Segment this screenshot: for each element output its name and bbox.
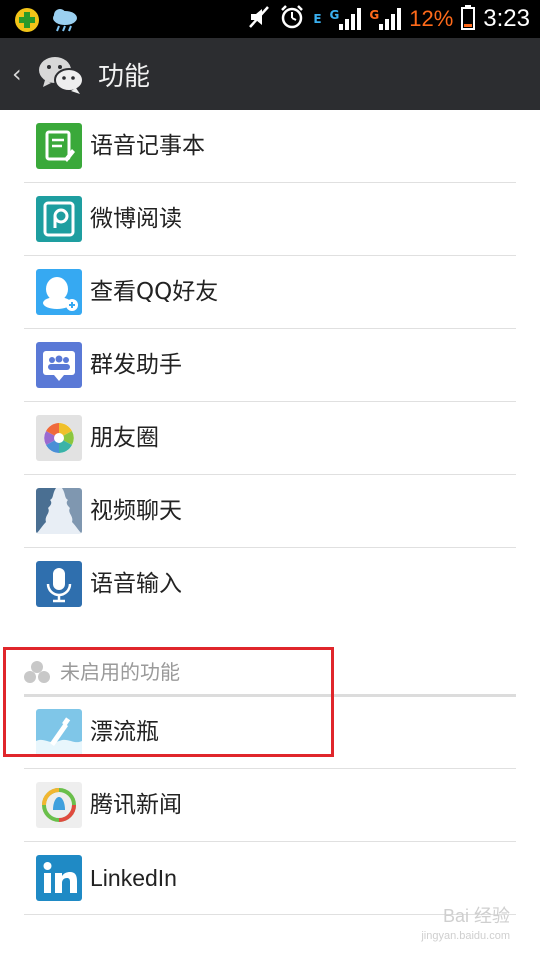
list-item-label: 群发助手 (90, 352, 182, 378)
battery-icon (461, 4, 476, 34)
list-item-label: 查看QQ好友 (90, 279, 219, 305)
network-e-label: E (313, 12, 322, 26)
list-item[interactable]: 查看QQ好友 (24, 256, 516, 329)
status-bar: E G G 12% 3:23 (0, 0, 540, 38)
list-item-label: LinkedIn (90, 865, 177, 891)
list-item-label: 漂流瓶 (90, 719, 159, 745)
back-icon[interactable]: ‹ (12, 60, 22, 88)
action-bar: ‹ 功能 (0, 38, 540, 110)
list-item[interactable]: 腾讯新闻 (24, 769, 516, 842)
list-item-label: 语音记事本 (90, 133, 205, 159)
app-plus-icon (14, 7, 40, 37)
network-g2-label: G (369, 8, 380, 22)
page-title: 功能 (98, 62, 151, 92)
watermark-brand: Bai 经验 (442, 906, 510, 926)
list-item[interactable]: 视频聊天 (24, 475, 516, 548)
weibo-reader-icon (36, 196, 82, 242)
list-item[interactable]: 漂流瓶 (24, 696, 516, 769)
clock: 3:23 (483, 5, 530, 32)
feature-list: 语音记事本 微博阅读 查看QQ好友 群发助手 朋友圈 视频聊天 语音输入 (24, 110, 516, 620)
voice-notepad-icon (36, 123, 82, 169)
disabled-feature-list: 漂流瓶 腾讯新闻 LinkedIn (24, 696, 516, 915)
linkedin-icon (36, 855, 82, 901)
signal-icon: G (330, 8, 362, 30)
list-item-label: 视频聊天 (90, 498, 182, 524)
list-item[interactable]: 语音输入 (24, 548, 516, 620)
qq-friends-icon (36, 269, 82, 315)
broadcast-helper-icon (36, 342, 82, 388)
list-item-label: 腾讯新闻 (90, 792, 182, 818)
section-title: 未启用的功能 (60, 660, 180, 684)
list-item[interactable]: LinkedIn (24, 842, 516, 915)
moments-icon (36, 415, 82, 461)
section-header: 未启用的功能 (24, 650, 516, 697)
wechat-icon[interactable] (36, 54, 86, 100)
watermark-url: jingyan.baidu.com (421, 930, 510, 942)
list-item-label: 朋友圈 (90, 425, 159, 451)
weather-cloud-icon (50, 7, 80, 37)
list-item[interactable]: 群发助手 (24, 329, 516, 402)
video-chat-icon (36, 488, 82, 534)
list-item[interactable]: 微博阅读 (24, 183, 516, 256)
tencent-news-icon (36, 782, 82, 828)
mute-icon (247, 4, 271, 34)
voice-input-icon (36, 561, 82, 607)
list-item[interactable]: 语音记事本 (24, 110, 516, 183)
alarm-icon (279, 4, 305, 34)
list-item-label: 语音输入 (90, 571, 182, 597)
network-g-label: G (329, 8, 340, 22)
group-icon (24, 660, 50, 688)
drift-bottle-icon (36, 709, 82, 755)
battery-percent: 12% (409, 6, 454, 31)
watermark: Bai 经验 jingyan.baidu.com (421, 906, 510, 946)
list-item[interactable]: 朋友圈 (24, 402, 516, 475)
signal-icon: G (369, 8, 402, 30)
list-item-label: 微博阅读 (90, 206, 182, 232)
